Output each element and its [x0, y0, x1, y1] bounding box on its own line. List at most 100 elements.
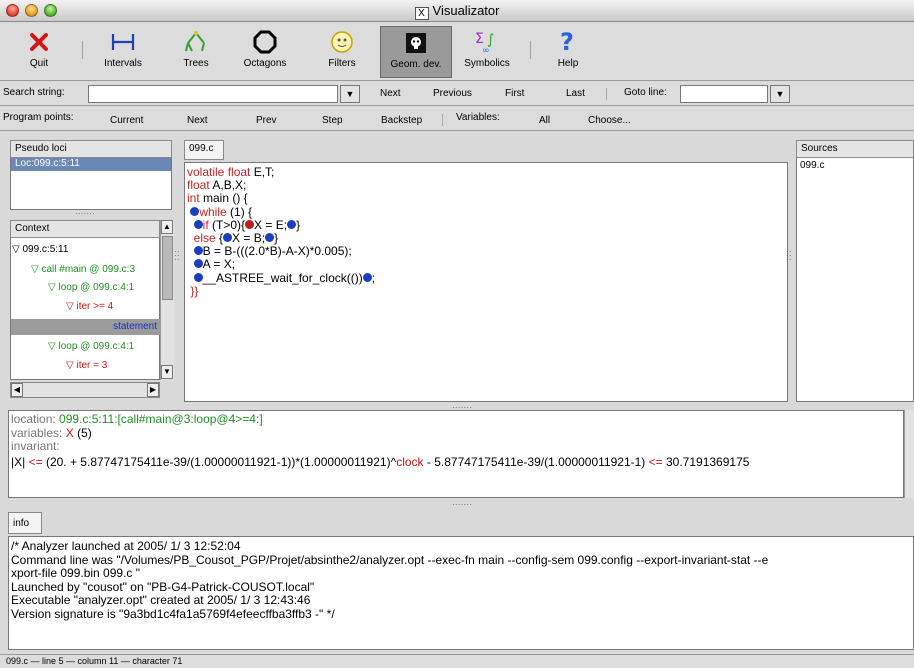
pseudo-locus-item[interactable]: Loc:099.c:5:11: [11, 158, 171, 171]
invariant-panel[interactable]: location: 099.c:5:11:[call#main@3:loop@4…: [8, 410, 904, 498]
code-text: {: [215, 231, 224, 246]
code-text: E,T;: [253, 165, 275, 179]
program-points-bar: Program points: Current Next Prev Step B…: [0, 107, 914, 131]
trees-button[interactable]: Trees: [172, 26, 220, 78]
scroll-left-icon[interactable]: ◀: [11, 383, 23, 397]
invariant-scrollbar[interactable]: [904, 410, 914, 498]
search-input[interactable]: [88, 85, 338, 103]
variables-label: Variables:: [456, 112, 500, 123]
sources-header: Sources: [796, 140, 914, 158]
intervals-label: Intervals: [104, 58, 142, 69]
program-point-dot[interactable]: [193, 246, 203, 256]
current-button[interactable]: Current: [110, 115, 143, 126]
invariant-bound: 30.7191369175: [666, 454, 750, 469]
invariant-expr: |X|: [11, 454, 26, 469]
context-item-call[interactable]: ▽ call #main @ 099.c:3: [31, 264, 135, 275]
search-first-button[interactable]: First: [505, 88, 524, 99]
all-variables-button[interactable]: All: [539, 115, 550, 126]
invariant-label: invariant:: [11, 439, 60, 453]
code-text: ;: [371, 270, 376, 285]
source-editor[interactable]: volatile float E,T; float A,B,X; int mai…: [184, 162, 788, 402]
symbolics-button[interactable]: Σ ∫ ∞ Symbolics: [458, 26, 516, 78]
invariant-expr: - 5.87747175411e-39/(1.00000011921-1): [423, 454, 646, 469]
search-dropdown-button[interactable]: ▼: [340, 85, 360, 103]
help-button[interactable]: ? Help: [546, 26, 590, 78]
svg-text:?: ?: [560, 28, 574, 56]
quit-button[interactable]: Quit: [14, 26, 64, 78]
next-button[interactable]: Next: [187, 115, 208, 126]
context-item-root[interactable]: ▽ 099.c:5:11: [12, 244, 68, 255]
current-program-point-dot[interactable]: [245, 219, 255, 229]
goto-line-input[interactable]: [680, 85, 768, 103]
code-text: (T>0){: [208, 217, 246, 232]
code-text: A = X;: [202, 257, 236, 272]
search-label: Search string:: [3, 87, 65, 98]
context-panel: Context ▽ 099.c:5:11 ▽ call #main @ 099.…: [10, 220, 174, 400]
context-item-iter-2[interactable]: ▽ iter = 3: [66, 360, 107, 371]
backstep-button[interactable]: Backstep: [381, 115, 422, 126]
tab-099c[interactable]: 099.c: [184, 140, 224, 160]
program-point-dot[interactable]: [193, 219, 203, 229]
tab-info[interactable]: info: [8, 512, 42, 534]
info-log[interactable]: /* Analyzer launched at 2005/ 1/ 3 12:52…: [8, 536, 914, 650]
pseudo-loci-header: Pseudo loci: [10, 140, 172, 158]
status-text: 099.c — line 5 — column 11 — character 7…: [6, 656, 183, 666]
scroll-thumb[interactable]: [162, 236, 173, 300]
invariant-clock: clock: [396, 454, 424, 469]
code-keyword: while: [199, 204, 227, 219]
context-horizontal-scrollbar[interactable]: ◀ ▶: [10, 382, 160, 398]
prev-button[interactable]: Prev: [256, 115, 277, 126]
trees-label: Trees: [183, 58, 209, 69]
program-point-dot[interactable]: [265, 233, 275, 243]
program-point-dot[interactable]: [193, 259, 203, 269]
scroll-down-icon[interactable]: ▼: [161, 365, 173, 379]
code-keyword: volatile float: [187, 165, 254, 179]
variable-name: X: [65, 425, 74, 440]
scroll-up-icon[interactable]: ▲: [161, 220, 173, 234]
resize-grip[interactable]: · · · · · · ·: [452, 500, 472, 509]
geom-dev-icon: [406, 33, 426, 53]
window-title: X Visualizator: [0, 3, 914, 20]
log-line: Launched by "cousot" on "PB-G4-Patrick-C…: [11, 579, 315, 594]
location-label: location:: [11, 412, 56, 426]
program-point-dot[interactable]: [193, 272, 203, 282]
symbolics-icon: Σ ∫∞: [475, 31, 494, 55]
code-text: X = E;: [254, 217, 288, 232]
code-keyword: }}: [190, 283, 199, 298]
search-next-button[interactable]: Next: [380, 88, 401, 99]
program-point-dot[interactable]: [190, 206, 200, 216]
code-text: }: [296, 217, 301, 232]
context-item-loop-2[interactable]: ▽ loop @ 099.c:4:1: [48, 341, 134, 352]
code-keyword: float: [187, 178, 213, 193]
choose-variables-button[interactable]: Choose...: [588, 115, 631, 126]
pseudo-loci-panel: Pseudo loci Loc:099.c:5:11: [10, 140, 172, 210]
step-button[interactable]: Step: [322, 115, 343, 126]
program-point-dot[interactable]: [223, 233, 233, 243]
geom-dev-label: Geom. dev.: [390, 59, 442, 70]
program-point-dot[interactable]: [287, 219, 297, 229]
code-text: }: [274, 231, 279, 246]
source-file-item[interactable]: 099.c: [800, 160, 910, 171]
program-point-dot[interactable]: [362, 272, 372, 282]
goto-line-dropdown-button[interactable]: ▼: [770, 85, 790, 103]
resize-grip[interactable]: · · · · · · ·: [75, 209, 95, 218]
invariant-expr: (20. + 5.87747175411e-39/(1.00000011921-…: [45, 454, 397, 469]
resize-grip[interactable]: · · · · · ·: [786, 248, 792, 264]
filters-icon: [331, 31, 353, 53]
search-previous-button[interactable]: Previous: [433, 88, 472, 99]
code-text: __ASTREE_wait_for_clock(()): [202, 270, 363, 285]
octagons-button[interactable]: Octagons: [236, 26, 294, 78]
resize-grip[interactable]: · · · · · ·: [174, 248, 180, 264]
log-line: Command line was "/Volumes/PB_Cousot_PGP…: [11, 552, 769, 567]
scroll-right-icon[interactable]: ▶: [147, 383, 159, 397]
toolbar: Quit Intervals Trees Octagons Filters Ge…: [0, 23, 914, 81]
search-last-button[interactable]: Last: [566, 88, 585, 99]
context-item-statement[interactable]: statement: [11, 319, 161, 335]
context-item-iter[interactable]: ▽ iter >= 4: [66, 301, 113, 312]
geom-dev-button[interactable]: Geom. dev.: [380, 26, 452, 78]
context-vertical-scrollbar[interactable]: ▲ ▼: [160, 220, 174, 380]
context-item-loop[interactable]: ▽ loop @ 099.c:4:1: [48, 282, 134, 293]
context-tree[interactable]: ▽ 099.c:5:11 ▽ call #main @ 099.c:3 ▽ lo…: [10, 238, 161, 380]
filters-button[interactable]: Filters: [316, 26, 368, 78]
intervals-button[interactable]: Intervals: [94, 26, 152, 78]
